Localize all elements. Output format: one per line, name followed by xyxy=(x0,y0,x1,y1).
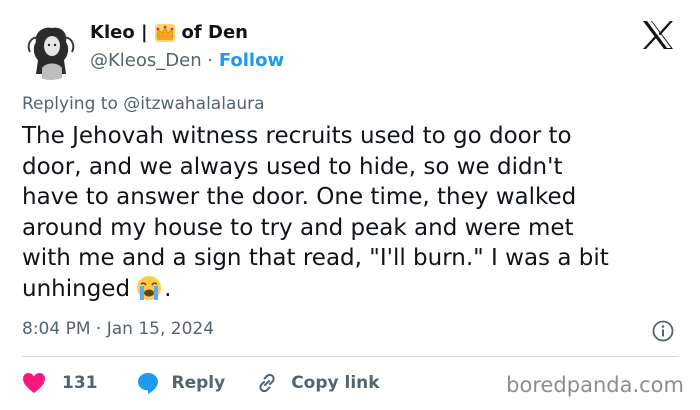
tweet-text: The Jehovah witness recruits used to go … xyxy=(22,121,682,304)
author-avatar[interactable] xyxy=(22,22,80,80)
reply-button[interactable]: Reply xyxy=(136,371,226,395)
like-button[interactable]: 131 xyxy=(22,372,98,394)
tweet-line: door, and we always used to hide, so we … xyxy=(22,153,563,180)
avatar-image xyxy=(22,22,80,80)
author-name-part2: of Den xyxy=(181,22,248,43)
heart-icon xyxy=(23,373,45,393)
tweet-line: unhinged xyxy=(22,275,131,302)
author-name[interactable]: Kleo | of Den xyxy=(90,22,248,43)
info-icon[interactable] xyxy=(652,320,674,342)
tweet-line-suffix: . xyxy=(164,275,172,302)
tweet-timestamp[interactable]: 8:04 PM · Jan 15, 2024 xyxy=(22,319,214,339)
reply-bubble-icon xyxy=(137,373,158,394)
tweet-line-last: unhinged . xyxy=(22,274,682,305)
replying-prefix: Replying to xyxy=(22,94,118,114)
replying-to: Replying to @itzwahalalaura xyxy=(22,94,265,114)
watermark: boredpanda.com xyxy=(506,373,684,397)
divider xyxy=(22,356,678,357)
tweet-line: The Jehovah witness recruits used to go … xyxy=(22,123,572,149)
link-icon xyxy=(259,373,275,393)
like-count: 131 xyxy=(62,373,98,393)
tweet-actions: 131 Reply Copy link xyxy=(22,371,380,395)
reply-mention-link[interactable]: @itzwahalalaura xyxy=(123,94,264,114)
tweet-line: have to answer the door. One time, they … xyxy=(22,184,577,210)
copy-link-button[interactable]: Copy link xyxy=(255,371,380,395)
author-handle-row: @Kleos_Den · Follow xyxy=(90,50,284,71)
crown-icon xyxy=(154,23,176,43)
author-name-part1: Kleo | xyxy=(90,22,148,43)
reply-label: Reply xyxy=(171,373,226,393)
loudly-crying-face-icon xyxy=(134,274,164,302)
handle-separator: · xyxy=(207,50,214,71)
author-handle[interactable]: @Kleos_Den xyxy=(90,50,202,71)
tweet-line: with me and a sign that read, "I'll burn… xyxy=(22,245,609,271)
copy-link-label: Copy link xyxy=(291,373,380,393)
x-logo-icon[interactable] xyxy=(641,20,675,50)
follow-button[interactable]: Follow xyxy=(219,50,284,71)
tweet-line: around my house to try and peak and were… xyxy=(22,214,574,241)
